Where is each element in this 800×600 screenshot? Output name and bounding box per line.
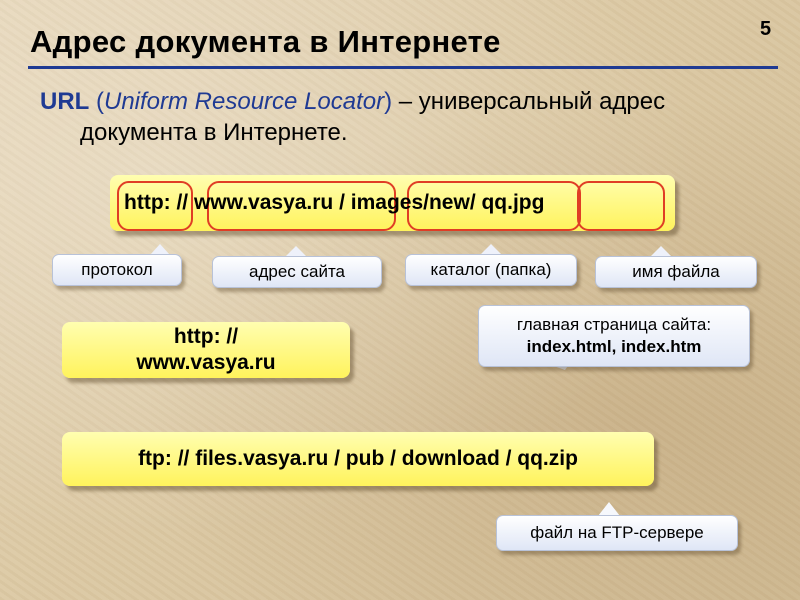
homepage-example-line2: www.vasya.ru [136,351,276,374]
definition-text-line2: документа в Интернете. [80,119,348,146]
ftp-example-box: ftp: // files.vasya.ru / pub / download … [62,432,654,486]
ftp-callout: файл на FTP-сервере [496,515,738,551]
homepage-example-line1: http: // [173,325,239,348]
callout-site-address: адрес сайта [212,256,382,288]
url-term: URL [40,88,90,115]
homepage-callout-line2: index.html, index.htm [526,337,702,356]
url-example-text: http: // www.vasya.ru / images/new/ qq.j… [124,191,545,214]
file-highlight [577,181,665,231]
slide-number: 5 [760,18,772,40]
homepage-callout-line1: главная страница сайта: [516,315,712,334]
homepage-example-box: http: // www.vasya.ru [62,322,350,378]
homepage-callout: главная страница сайта: index.html, inde… [478,305,750,367]
url-definition: URL (Uniform Resource Locator) – универс… [40,86,760,148]
open-paren: ( [89,88,104,115]
ftp-example-text: ftp: // files.vasya.ru / pub / download … [138,447,578,470]
close-paren: ) [384,88,393,115]
slide-title: Адрес документа в Интернете [30,24,501,59]
definition-text-line1: – универсальный адрес [392,88,666,115]
url-expansion: Uniform Resource Locator [104,88,385,115]
callout-directory: каталог (папка) [405,254,577,286]
ftp-callout-pointer [598,502,620,516]
callout-protocol: протокол [52,254,182,286]
title-underline [28,66,778,69]
callout-file-name: имя файла [595,256,757,288]
